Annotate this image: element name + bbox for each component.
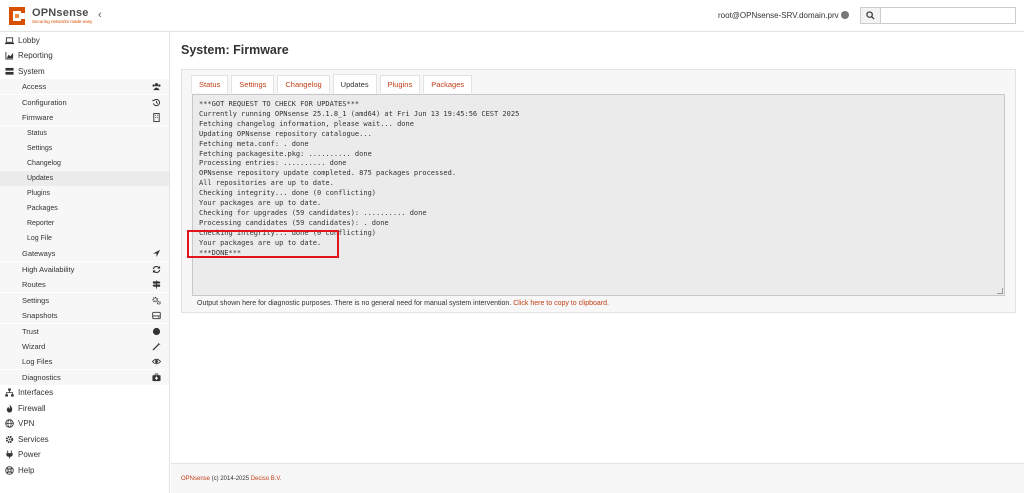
sidebar-item-firewall[interactable]: Firewall (0, 401, 169, 416)
sidebar-item-firmware-packages[interactable]: Packages (0, 201, 169, 216)
page-title: System: Firmware (181, 43, 289, 57)
console-line: Currently running OPNsense 25.1.8_1 (amd… (199, 109, 520, 118)
console-line: Checking integrity... done (0 conflictin… (199, 189, 377, 198)
console-line: Fetching changelog information, please w… (199, 119, 414, 128)
certificate-icon (152, 327, 161, 336)
firmware-tabs: Status Settings Changelog Updates Plugin… (191, 74, 475, 94)
refresh-icon (152, 265, 161, 274)
magic-icon (152, 342, 161, 351)
sidebar-item-power[interactable]: Power (0, 447, 169, 462)
sidebar-item-firmware[interactable]: Firmware (0, 110, 169, 125)
sidebar-item-firmware-reporter[interactable]: Reporter (0, 216, 169, 231)
sidebar-item-diagnostics[interactable]: Diagnostics (0, 370, 169, 385)
area-chart-icon (5, 51, 14, 60)
tab-status[interactable]: Status (191, 75, 229, 93)
cog-icon (5, 435, 14, 444)
sidebar-item-log-files[interactable]: Log Files (0, 354, 169, 369)
console-line: ***GOT REQUEST TO CHECK FOR UPDATES*** (199, 100, 360, 108)
opnsense-logo-icon (9, 7, 25, 25)
footer-company-link[interactable]: Deciso B.V. (251, 476, 282, 482)
copy-to-clipboard-link[interactable]: Click here to copy to clipboard. (513, 300, 609, 307)
brand-tagline: Securing networks made easy (32, 18, 93, 24)
sidebar: Lobby Reporting System Access Configurat… (0, 32, 170, 493)
search-input[interactable] (881, 7, 1016, 24)
tab-changelog[interactable]: Changelog (277, 75, 330, 93)
laptop-icon (5, 37, 14, 45)
sidebar-item-snapshots[interactable]: Snapshots (0, 308, 169, 323)
diagnostic-note: Output shown here for diagnostic purpose… (197, 300, 609, 307)
sitemap-icon (5, 388, 14, 397)
tab-settings[interactable]: Settings (231, 75, 275, 93)
collapse-sidebar-icon[interactable]: ‹ (98, 9, 102, 21)
sidebar-item-lobby[interactable]: Lobby (0, 33, 169, 48)
console-line: Your packages are up to date. (199, 199, 322, 208)
tab-plugins[interactable]: Plugins (379, 75, 421, 93)
console-line: Processing entries: .......... done (199, 159, 347, 168)
sidebar-item-help[interactable]: Help (0, 463, 169, 478)
console-line: Fetching packagesite.pkg: .......... don… (199, 149, 372, 158)
building-icon (153, 113, 160, 122)
tab-packages[interactable]: Packages (423, 75, 473, 93)
console-line: All repositories are up to date. (199, 179, 334, 188)
console-line: Updating OPNsense repository catalogue..… (199, 129, 372, 138)
main-content: System: Firmware Status Settings Changel… (171, 32, 1024, 463)
sidebar-item-system[interactable]: System (0, 64, 169, 79)
sidebar-item-firmware-changelog[interactable]: Changelog (0, 156, 169, 171)
footer-copyright: (c) 2014-2025 (210, 476, 251, 482)
sidebar-item-high-availability[interactable]: High Availability (0, 262, 169, 277)
tab-updates[interactable]: Updates (332, 74, 377, 94)
user-account[interactable]: root@OPNsense-SRV.domain.prv (718, 11, 839, 20)
globe-icon (5, 419, 14, 428)
history-icon (152, 98, 160, 107)
sidebar-item-configuration[interactable]: Configuration (0, 95, 169, 110)
sidebar-item-firmware-settings[interactable]: Settings (0, 141, 169, 156)
sidebar-item-services[interactable]: Services (0, 432, 169, 447)
opnsense-logo[interactable]: OPNsense Securing networks made easy (6, 5, 92, 27)
console-line: Processing candidates (59 candidates): .… (199, 218, 389, 227)
plug-icon (6, 450, 13, 459)
map-signs-icon (152, 280, 161, 289)
sidebar-item-reporting[interactable]: Reporting (0, 48, 169, 63)
resize-handle[interactable] (997, 288, 1003, 294)
top-bar: OPNsense Securing networks made easy ‹ r… (0, 0, 1024, 32)
update-output-console[interactable]: ***GOT REQUEST TO CHECK FOR UPDATES*** Cu… (192, 94, 1005, 296)
page-footer: OPNsense (c) 2014-2025 Deciso B.V. (171, 463, 1024, 493)
sidebar-item-firmware-plugins[interactable]: Plugins (0, 186, 169, 201)
system-status-icon[interactable] (841, 11, 849, 19)
eye-icon (152, 358, 161, 365)
console-line: Fetching meta.conf: . done (199, 139, 309, 148)
medkit-icon (152, 373, 161, 382)
sidebar-item-firmware-log-file[interactable]: Log File (0, 231, 169, 246)
location-arrow-icon (152, 249, 161, 258)
sidebar-item-firmware-status[interactable]: Status (0, 126, 169, 141)
hdd-icon (152, 311, 161, 320)
sidebar-item-system-settings[interactable]: Settings (0, 293, 169, 308)
search-button[interactable] (860, 7, 881, 24)
sidebar-item-routes[interactable]: Routes (0, 277, 169, 292)
search-icon (866, 11, 875, 20)
sidebar-item-wizard[interactable]: Wizard (0, 339, 169, 354)
sidebar-item-vpn[interactable]: VPN (0, 416, 169, 431)
sidebar-item-trust[interactable]: Trust (0, 324, 169, 339)
fire-icon (6, 404, 13, 413)
sidebar-item-interfaces[interactable]: Interfaces (0, 385, 169, 400)
done-highlight-box (187, 230, 339, 258)
console-line: Checking for upgrades (59 candidates): .… (199, 208, 427, 217)
cogs-icon (152, 296, 161, 305)
brand-name: OPNsense (32, 6, 89, 19)
sidebar-item-access[interactable]: Access (0, 79, 169, 94)
users-icon (152, 83, 161, 91)
footer-product-link[interactable]: OPNsense (181, 476, 210, 482)
sidebar-item-gateways[interactable]: Gateways (0, 246, 169, 261)
server-icon (5, 67, 14, 75)
console-line: OPNsense repository update completed. 87… (199, 169, 457, 178)
life-ring-icon (5, 466, 14, 475)
sidebar-item-firmware-updates[interactable]: Updates (0, 171, 169, 186)
